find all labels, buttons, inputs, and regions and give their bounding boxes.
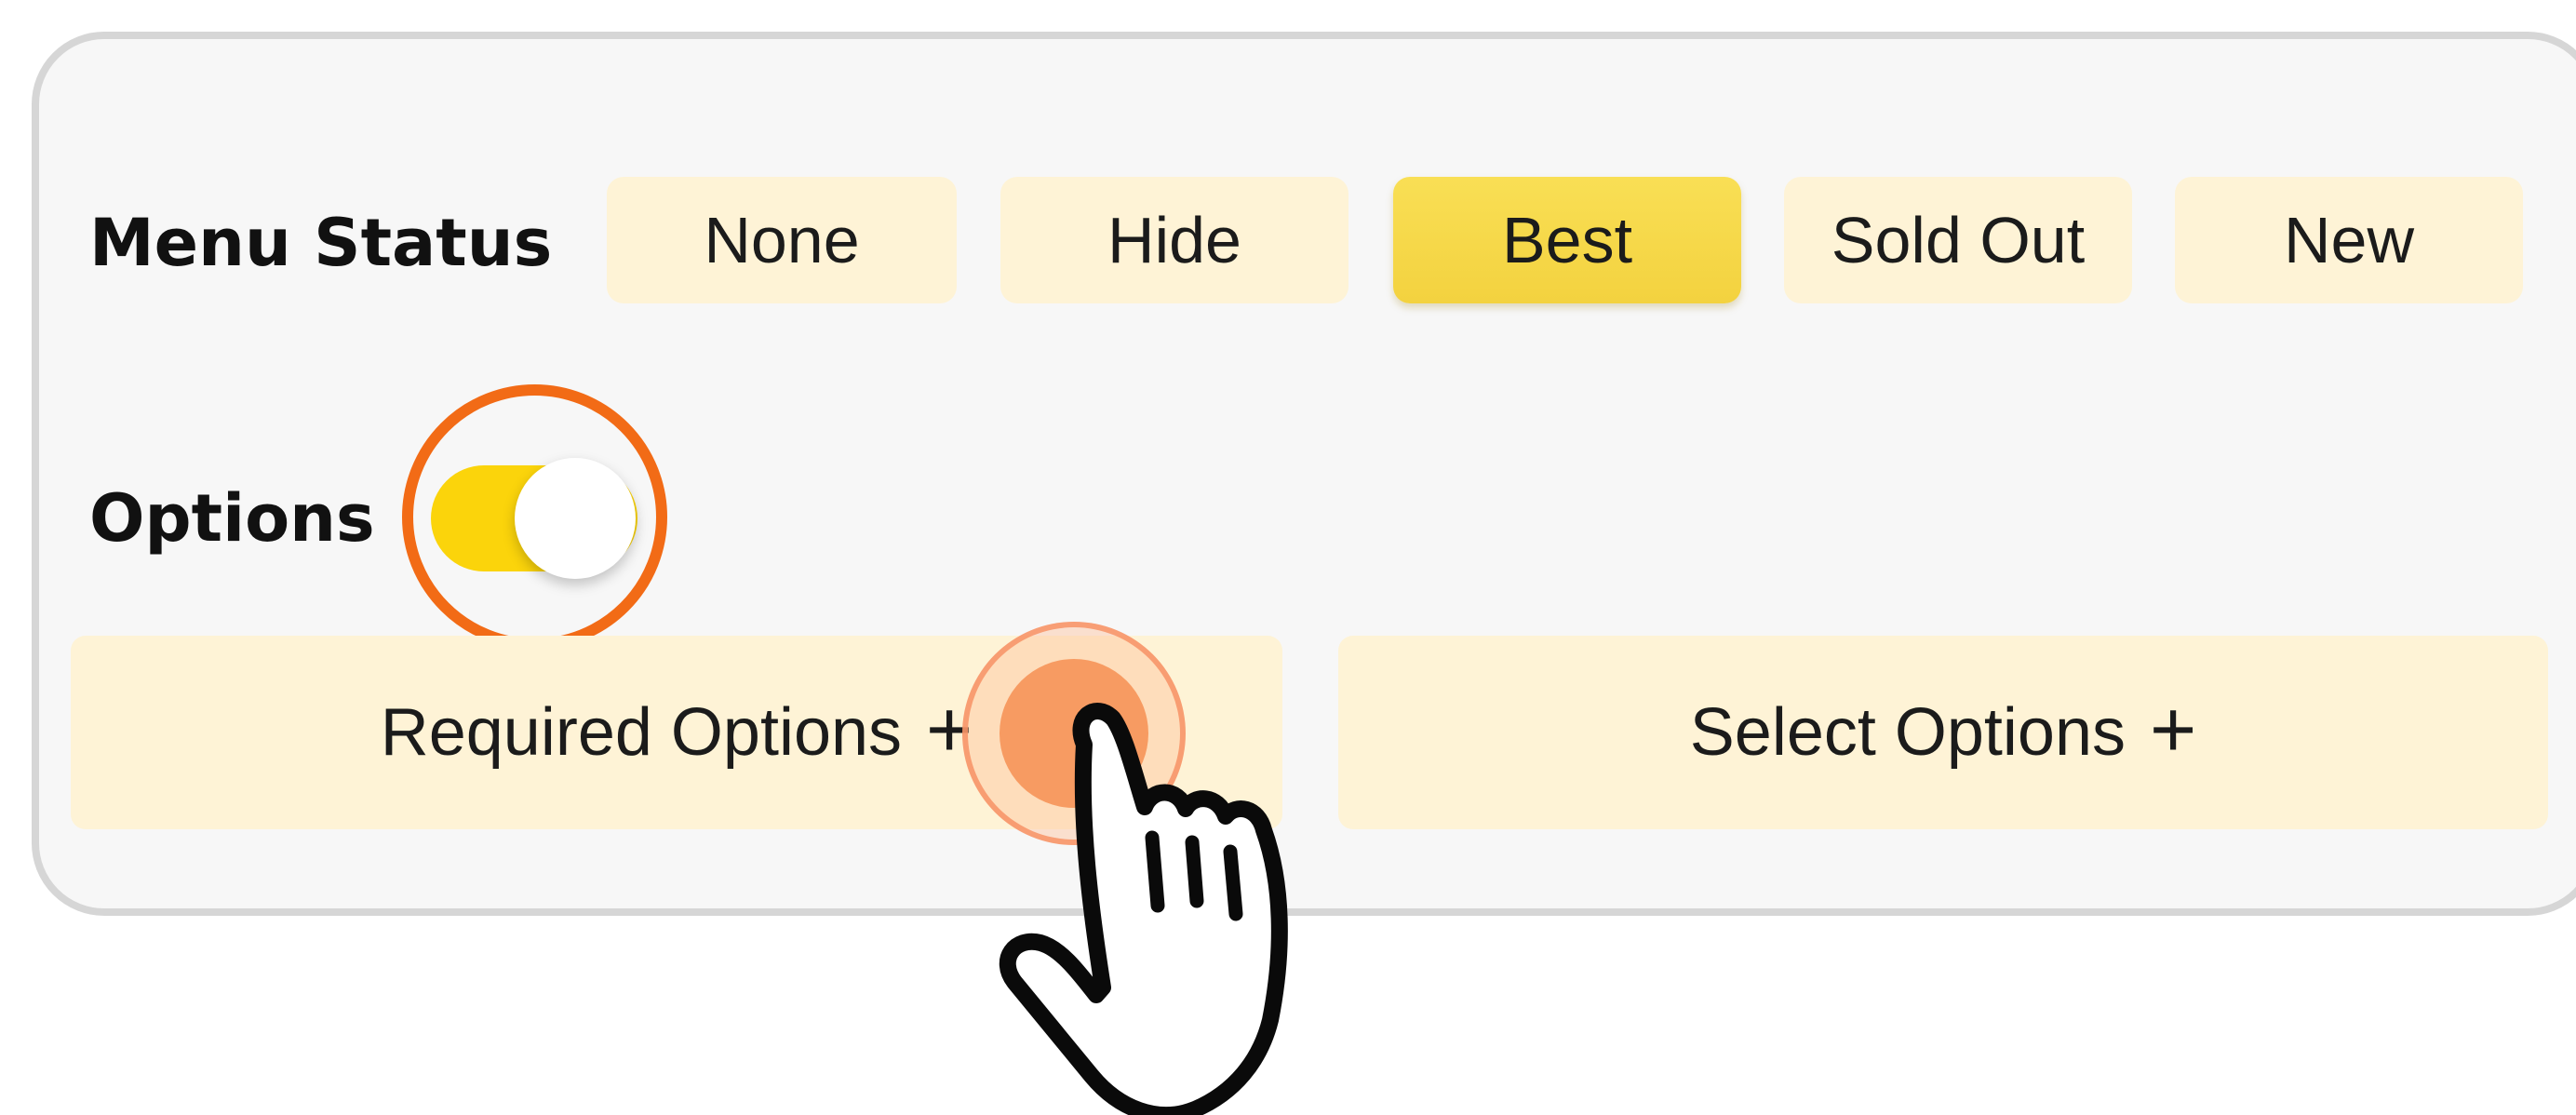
options-label: Options — [89, 480, 375, 557]
status-sold-out-button[interactable]: Sold Out — [1784, 177, 2132, 303]
status-new-button[interactable]: New — [2175, 177, 2523, 303]
plus-icon: + — [926, 685, 973, 774]
required-options-label: Required Options — [380, 695, 903, 770]
toggle-knob — [515, 458, 636, 579]
options-toggle[interactable] — [431, 458, 637, 579]
plus-icon: + — [2150, 685, 2197, 774]
status-hide-button[interactable]: Hide — [1000, 177, 1348, 303]
select-options-label: Select Options — [1689, 695, 2126, 770]
menu-status-label: Menu Status — [89, 205, 553, 281]
select-options-button[interactable]: Select Options + — [1338, 636, 2548, 829]
status-best-button[interactable]: Best — [1393, 177, 1741, 303]
status-none-button[interactable]: None — [607, 177, 957, 303]
required-options-button[interactable]: Required Options + — [71, 636, 1282, 829]
